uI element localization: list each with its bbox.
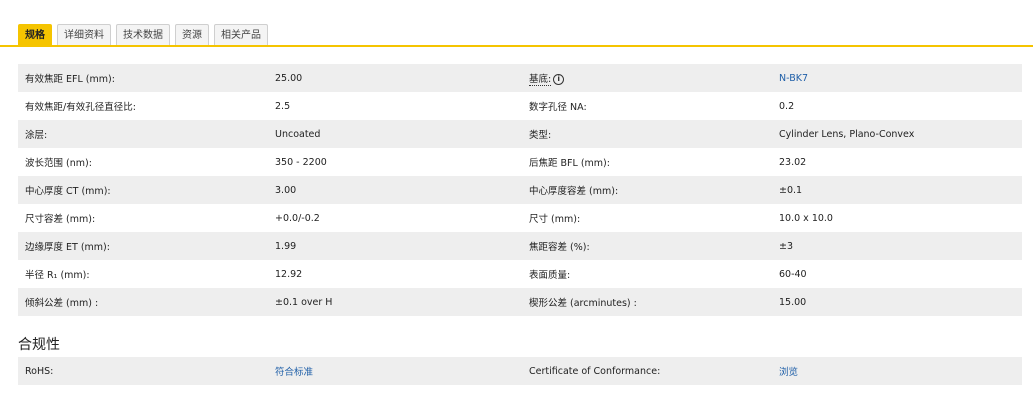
spec-value: Uncoated xyxy=(268,120,522,148)
spec-label: 波长范围 (nm): xyxy=(18,148,268,176)
spec-label: 基底: i xyxy=(522,64,772,92)
table-row: 尺寸容差 (mm): +0.0/-0.2 尺寸 (mm): 10.0 x 10.… xyxy=(18,204,1022,232)
spec-value: ±0.1 over H xyxy=(268,288,522,316)
table-row: 有效焦距 EFL (mm): 25.00 基底: i N-BK7 xyxy=(18,64,1022,92)
table-row: 涂层: Uncoated 类型: Cylinder Lens, Plano-Co… xyxy=(18,120,1022,148)
spec-label: 倾斜公差 (mm) : xyxy=(18,288,268,316)
spec-label: 类型: xyxy=(522,120,772,148)
table-row: 半径 R₁ (mm): 12.92 表面质量: 60-40 xyxy=(18,260,1022,288)
spec-label: 有效焦距/有效孔径直径比: xyxy=(18,92,268,120)
spec-value: 浏览 xyxy=(772,357,1022,385)
table-row: RoHS: 符合标准 Certificate of Conformance: 浏… xyxy=(18,357,1022,385)
tab-underline xyxy=(0,45,1033,47)
tab-resources[interactable]: 资源 xyxy=(175,24,209,45)
rohs-link[interactable]: 符合标准 xyxy=(275,367,313,378)
spec-value: +0.0/-0.2 xyxy=(268,204,522,232)
spec-label: 后焦距 BFL (mm): xyxy=(522,148,772,176)
spec-value: Cylinder Lens, Plano-Convex xyxy=(772,120,1022,148)
spec-label: 表面质量: xyxy=(522,260,772,288)
spec-value: 2.5 xyxy=(268,92,522,120)
tab-related-products[interactable]: 相关产品 xyxy=(214,24,268,45)
table-row: 边缘厚度 ET (mm): 1.99 焦距容差 (%): ±3 xyxy=(18,232,1022,260)
table-row: 有效焦距/有效孔径直径比: 2.5 数字孔径 NA: 0.2 xyxy=(18,92,1022,120)
spec-label: 尺寸容差 (mm): xyxy=(18,204,268,232)
table-row: 倾斜公差 (mm) : ±0.1 over H 楔形公差 (arcminutes… xyxy=(18,288,1022,316)
spec-value: ±3 xyxy=(772,232,1022,260)
spec-label: 楔形公差 (arcminutes) : xyxy=(522,288,772,316)
tab-technical-data[interactable]: 技术数据 xyxy=(116,24,170,45)
spec-value: 25.00 xyxy=(268,64,522,92)
specs-table: 有效焦距 EFL (mm): 25.00 基底: i N-BK7 有效焦距/有效孔… xyxy=(18,64,1022,316)
spec-label: 数字孔径 NA: xyxy=(522,92,772,120)
spec-value: ±0.1 xyxy=(772,176,1022,204)
spec-value: N-BK7 xyxy=(772,64,1022,92)
spec-value: 10.0 x 10.0 xyxy=(772,204,1022,232)
info-icon[interactable]: i xyxy=(553,74,565,85)
tab-specs[interactable]: 规格 xyxy=(18,24,52,45)
spec-label: 边缘厚度 ET (mm): xyxy=(18,232,268,260)
spec-value: 3.00 xyxy=(268,176,522,204)
table-row: 中心厚度 CT (mm): 3.00 中心厚度容差 (mm): ±0.1 xyxy=(18,176,1022,204)
tab-bar: 规格 详细资料 技术数据 资源 相关产品 xyxy=(18,24,273,46)
spec-label: 焦距容差 (%): xyxy=(522,232,772,260)
spec-label: RoHS: xyxy=(18,357,268,385)
substrate-link[interactable]: N-BK7 xyxy=(779,73,808,84)
spec-value: 23.02 xyxy=(772,148,1022,176)
spec-label: Certificate of Conformance: xyxy=(522,357,772,385)
certificate-view-link[interactable]: 浏览 xyxy=(779,367,798,378)
tab-details[interactable]: 详细资料 xyxy=(57,24,111,45)
spec-label: 涂层: xyxy=(18,120,268,148)
spec-value: 12.92 xyxy=(268,260,522,288)
spec-value: 350 - 2200 xyxy=(268,148,522,176)
spec-value: 60-40 xyxy=(772,260,1022,288)
spec-value: 符合标准 xyxy=(268,357,522,385)
compliance-heading: 合规性 xyxy=(18,337,60,353)
spec-value: 15.00 xyxy=(772,288,1022,316)
spec-value: 1.99 xyxy=(268,232,522,260)
table-row: 波长范围 (nm): 350 - 2200 后焦距 BFL (mm): 23.0… xyxy=(18,148,1022,176)
spec-label: 中心厚度容差 (mm): xyxy=(522,176,772,204)
spec-value: 0.2 xyxy=(772,92,1022,120)
spec-label: 有效焦距 EFL (mm): xyxy=(18,64,268,92)
spec-label: 半径 R₁ (mm): xyxy=(18,260,268,288)
spec-label: 中心厚度 CT (mm): xyxy=(18,176,268,204)
substrate-label[interactable]: 基底: xyxy=(529,74,552,86)
spec-label: 尺寸 (mm): xyxy=(522,204,772,232)
compliance-table: RoHS: 符合标准 Certificate of Conformance: 浏… xyxy=(18,357,1022,385)
